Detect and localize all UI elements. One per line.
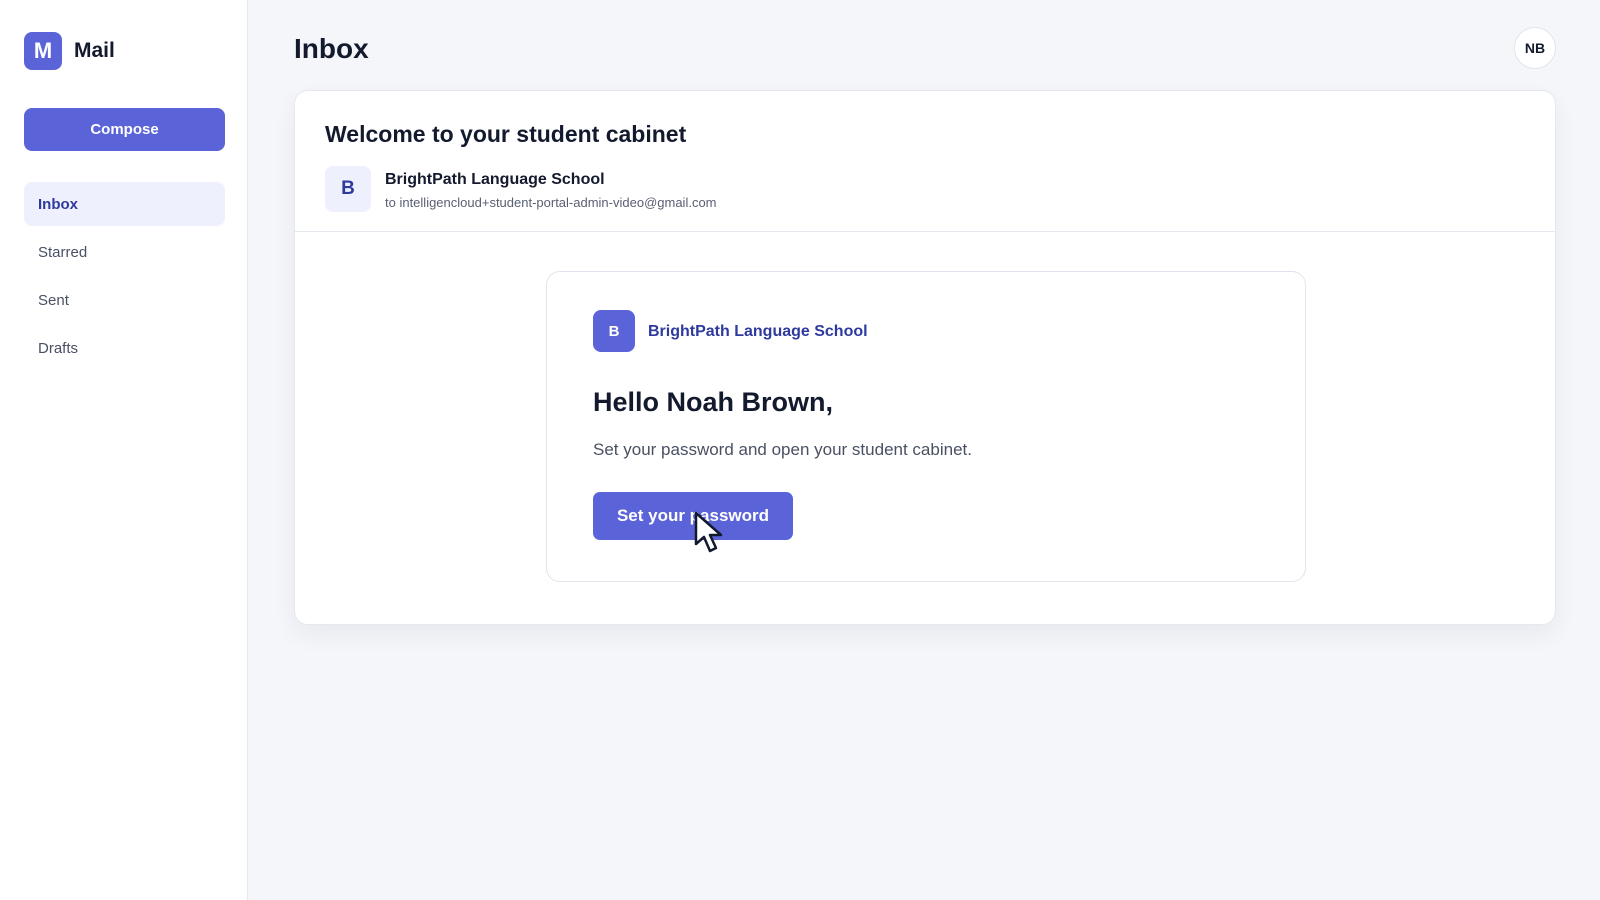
page-title: Inbox — [294, 33, 369, 64]
sidebar-item-label: Sent — [38, 291, 69, 309]
sidebar-item-label: Drafts — [38, 339, 79, 357]
email-body-text: Set your password and open your student … — [593, 440, 972, 459]
email-body-card: B BrightPath Language School Hello Noah … — [546, 271, 1306, 582]
mail-logo-icon: M — [24, 32, 62, 70]
sidebar-item-inbox[interactable]: Inbox — [24, 182, 225, 226]
email-header: Welcome to your student cabinet B Bright… — [295, 91, 1555, 232]
sidebar: M Mail Compose Inbox Starred Sent Drafts — [0, 0, 248, 900]
sidebar-nav: Inbox Starred Sent Drafts — [24, 182, 225, 374]
school-logo-icon: B — [593, 310, 635, 352]
sidebar-item-sent[interactable]: Sent — [24, 278, 225, 322]
sender-avatar: B — [325, 166, 371, 212]
sender-name: BrightPath Language School — [385, 171, 605, 188]
sidebar-item-drafts[interactable]: Drafts — [24, 326, 225, 370]
compose-button[interactable]: Compose — [24, 108, 225, 151]
school-name: BrightPath Language School — [648, 323, 868, 340]
email-subject: Welcome to your student cabinet — [325, 121, 687, 147]
brand[interactable]: M Mail — [24, 32, 115, 70]
email-view: Welcome to your student cabinet B Bright… — [294, 90, 1556, 625]
app-name: Mail — [74, 39, 115, 62]
user-avatar[interactable]: NB — [1514, 27, 1556, 69]
mouse-pointer-icon — [694, 511, 723, 553]
sidebar-item-label: Starred — [38, 243, 88, 261]
sidebar-item-starred[interactable]: Starred — [24, 230, 225, 274]
email-greeting: Hello Noah Brown, — [593, 387, 834, 417]
recipient-line: to intelligencloud+student-portal-admin-… — [385, 195, 717, 210]
sidebar-item-label: Inbox — [38, 195, 78, 213]
